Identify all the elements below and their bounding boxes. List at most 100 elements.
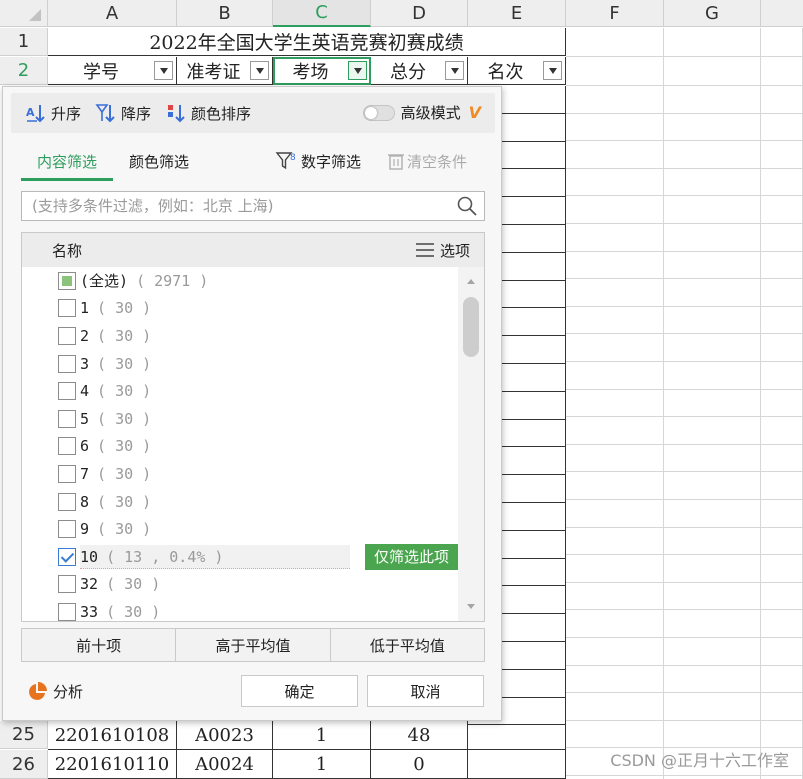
item-checkbox[interactable] bbox=[58, 492, 76, 511]
header-cell-admission-ticket[interactable]: 准考证 bbox=[177, 57, 273, 85]
item-checkbox[interactable] bbox=[58, 575, 76, 594]
column-header-f[interactable]: F bbox=[566, 0, 664, 27]
empty-cell[interactable] bbox=[761, 334, 803, 362]
empty-cell[interactable] bbox=[761, 555, 803, 583]
scroll-up-icon[interactable] bbox=[467, 279, 475, 284]
below-average-button[interactable]: 低于平均值 bbox=[331, 629, 484, 661]
table-cell[interactable]: 0 bbox=[371, 750, 468, 779]
options-button[interactable]: 选项 bbox=[414, 240, 470, 261]
empty-cell[interactable] bbox=[566, 57, 664, 86]
clear-conditions-button[interactable]: 清空条件 bbox=[385, 150, 467, 172]
empty-cell[interactable] bbox=[664, 141, 761, 169]
row-header-2[interactable]: 2 bbox=[0, 57, 48, 85]
empty-cell[interactable] bbox=[761, 279, 803, 307]
filter-dropdown-button[interactable] bbox=[250, 61, 269, 80]
empty-cell[interactable] bbox=[566, 306, 664, 335]
empty-cell[interactable] bbox=[566, 693, 664, 721]
empty-cell[interactable] bbox=[664, 168, 761, 197]
number-filter-button[interactable]: 8 数字筛选 bbox=[275, 150, 361, 172]
list-item[interactable]: 1 ( 30 ) bbox=[22, 295, 458, 323]
empty-cell[interactable] bbox=[566, 196, 664, 224]
empty-cell[interactable] bbox=[761, 196, 803, 224]
empty-cell[interactable] bbox=[566, 334, 664, 362]
filter-dropdown-button[interactable] bbox=[445, 61, 464, 80]
row-header-25[interactable]: 25 bbox=[0, 721, 48, 749]
empty-cell[interactable] bbox=[761, 28, 803, 57]
header-cell-student-id[interactable]: 学号 bbox=[48, 57, 177, 85]
empty-cell[interactable] bbox=[664, 610, 761, 638]
table-cell[interactable]: A0024 bbox=[177, 750, 273, 779]
column-header-c[interactable]: C bbox=[273, 0, 371, 27]
empty-cell[interactable] bbox=[761, 638, 803, 666]
empty-cell[interactable] bbox=[664, 582, 761, 611]
filter-only-this-button[interactable]: 仅筛选此项 bbox=[364, 543, 458, 570]
scroll-thumb[interactable] bbox=[463, 297, 479, 357]
empty-cell[interactable] bbox=[761, 86, 803, 114]
empty-cell[interactable] bbox=[664, 693, 761, 721]
empty-cell[interactable] bbox=[664, 251, 761, 280]
empty-cell[interactable] bbox=[761, 610, 803, 638]
empty-cell[interactable] bbox=[761, 57, 803, 86]
empty-cell[interactable] bbox=[664, 500, 761, 528]
empty-cell[interactable] bbox=[664, 527, 761, 556]
tab-color-filter[interactable]: 颜色筛选 bbox=[113, 151, 205, 181]
empty-cell[interactable] bbox=[761, 306, 803, 335]
select-all-corner[interactable] bbox=[0, 0, 48, 27]
analyze-button[interactable]: 分析 bbox=[27, 681, 83, 702]
empty-cell[interactable] bbox=[664, 472, 761, 500]
empty-cell[interactable] bbox=[664, 720, 761, 749]
list-item[interactable]: 6 ( 30 ) bbox=[22, 433, 458, 461]
empty-cell[interactable] bbox=[761, 417, 803, 445]
empty-cell[interactable] bbox=[566, 417, 664, 445]
empty-cell[interactable] bbox=[566, 168, 664, 197]
item-checkbox[interactable] bbox=[58, 271, 76, 290]
empty-cell[interactable] bbox=[761, 141, 803, 169]
empty-cell[interactable] bbox=[761, 665, 803, 694]
row-header-1[interactable]: 1 bbox=[0, 28, 48, 56]
empty-cell[interactable] bbox=[664, 196, 761, 224]
column-header-h[interactable] bbox=[761, 0, 803, 27]
empty-cell[interactable] bbox=[761, 168, 803, 197]
empty-cell[interactable] bbox=[566, 224, 664, 252]
list-item[interactable]: 4 ( 30 ) bbox=[22, 377, 458, 405]
table-cell[interactable]: 2201610108 bbox=[48, 721, 177, 750]
empty-cell[interactable] bbox=[664, 57, 761, 86]
empty-cell[interactable] bbox=[566, 610, 664, 638]
table-cell[interactable]: 48 bbox=[371, 721, 468, 750]
scroll-down-icon[interactable] bbox=[467, 604, 475, 609]
item-checkbox[interactable] bbox=[58, 547, 76, 566]
filter-dropdown-button[interactable] bbox=[543, 61, 562, 80]
empty-cell[interactable] bbox=[761, 472, 803, 500]
filter-dropdown-button[interactable] bbox=[154, 61, 173, 80]
row-header-26[interactable]: 26 bbox=[0, 750, 48, 779]
ok-button[interactable]: 确定 bbox=[241, 675, 358, 707]
sheet-title-cell[interactable]: 2022年全国大学生英语竞赛初赛成绩 bbox=[48, 28, 566, 56]
cancel-button[interactable]: 取消 bbox=[367, 675, 484, 707]
empty-cell[interactable] bbox=[664, 444, 761, 473]
sort-by-color-button[interactable]: 颜色排序 bbox=[165, 102, 251, 124]
empty-cell[interactable] bbox=[566, 720, 664, 749]
table-cell[interactable]: A0023 bbox=[177, 721, 273, 750]
empty-cell[interactable] bbox=[761, 527, 803, 556]
table-cell[interactable] bbox=[468, 721, 566, 750]
list-item[interactable]: 8 ( 30 ) bbox=[22, 488, 458, 516]
empty-cell[interactable] bbox=[566, 251, 664, 280]
item-checkbox[interactable] bbox=[58, 299, 76, 318]
above-average-button[interactable]: 高于平均值 bbox=[176, 629, 331, 661]
item-checkbox[interactable] bbox=[58, 409, 76, 428]
empty-cell[interactable] bbox=[566, 582, 664, 611]
filter-search-input[interactable] bbox=[22, 192, 456, 220]
search-icon[interactable] bbox=[456, 195, 478, 217]
item-checkbox[interactable] bbox=[58, 382, 76, 401]
table-cell[interactable]: 1 bbox=[273, 750, 371, 779]
empty-cell[interactable] bbox=[566, 279, 664, 307]
empty-cell[interactable] bbox=[566, 444, 664, 473]
empty-cell[interactable] bbox=[761, 444, 803, 473]
sort-ascending-button[interactable]: A 升序 bbox=[25, 102, 81, 124]
empty-cell[interactable] bbox=[566, 113, 664, 142]
item-checkbox[interactable] bbox=[58, 602, 76, 621]
empty-cell[interactable] bbox=[566, 28, 664, 57]
empty-cell[interactable] bbox=[761, 389, 803, 418]
empty-cell[interactable] bbox=[664, 555, 761, 583]
top-ten-button[interactable]: 前十项 bbox=[22, 629, 177, 661]
